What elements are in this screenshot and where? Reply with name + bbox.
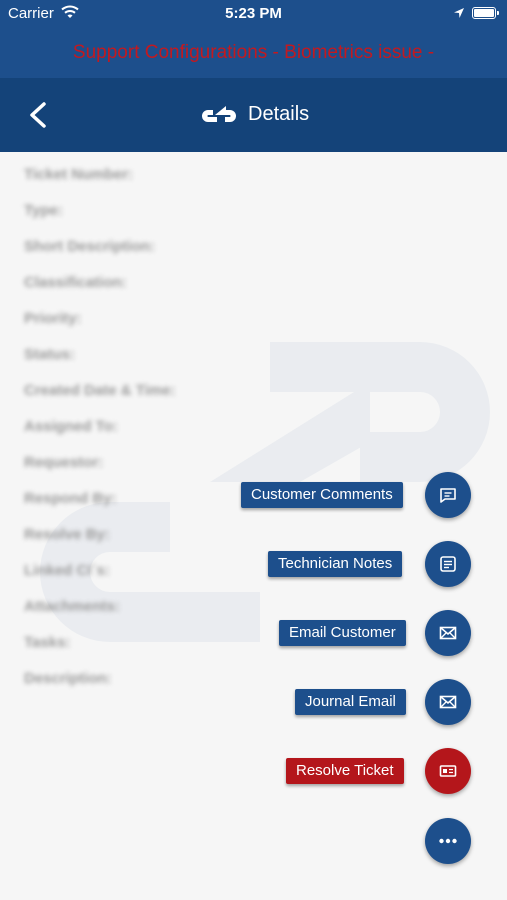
resolve-ticket-label[interactable]: Resolve Ticket — [286, 758, 404, 784]
detail-row-assigned-to: Assigned To: — [24, 418, 484, 440]
customer-comments-button[interactable] — [425, 472, 471, 518]
detail-row-short-description: Short Description: — [24, 238, 484, 260]
ticket-details: Ticket Number: Type: Short Description: … — [0, 152, 507, 900]
detail-label: Resolve By: — [24, 526, 110, 543]
detail-row-linked-cis: Linked CI`s: — [24, 562, 484, 584]
detail-label: Status: — [24, 346, 75, 363]
chat-bubble-icon — [440, 488, 456, 503]
detail-label: Tasks: — [24, 634, 71, 651]
detail-row-attachments: Attachments: — [24, 598, 484, 620]
detail-label: Ticket Number: — [24, 166, 133, 183]
detail-label: Type: — [24, 202, 63, 219]
ticket-icon — [439, 765, 457, 777]
nav-bar: Details — [0, 78, 507, 152]
location-arrow-icon — [454, 8, 464, 18]
customer-comments-label[interactable]: Customer Comments — [241, 482, 403, 508]
clock: 5:23 PM — [225, 5, 282, 22]
detail-row-resolve-by: Resolve By: — [24, 526, 484, 548]
detail-row-ticket-number: Ticket Number: — [24, 166, 484, 188]
detail-label: Respond By: — [24, 490, 117, 507]
detail-label: Assigned To: — [24, 418, 118, 435]
technician-notes-button[interactable] — [425, 541, 471, 587]
status-bar: Carrier 5:23 PM — [0, 0, 507, 28]
detail-label: Short Description: — [24, 238, 155, 255]
detail-label: Priority: — [24, 310, 82, 327]
email-customer-label[interactable]: Email Customer — [279, 620, 406, 646]
detail-label: Description: — [24, 670, 112, 687]
detail-row-created: Created Date & Time: — [24, 382, 484, 404]
more-dots-icon — [439, 838, 457, 844]
detail-label: Linked CI`s: — [24, 562, 110, 579]
journal-email-button[interactable] — [425, 679, 471, 725]
banner-message: Support Configurations - Biometrics issu… — [72, 42, 435, 63]
more-actions-button[interactable] — [425, 818, 471, 864]
detail-row-classification: Classification: — [24, 274, 484, 296]
page-title: Details — [248, 103, 310, 125]
detail-row-tasks: Tasks: — [24, 634, 484, 656]
detail-row-priority: Priority: — [24, 310, 484, 332]
detail-row-requestor: Requestor: — [24, 454, 484, 476]
ticket-banner: Support Configurations - Biometrics issu… — [0, 28, 507, 78]
technician-notes-label[interactable]: Technician Notes — [268, 551, 403, 577]
notes-icon — [440, 556, 456, 572]
detail-label: Requestor: — [24, 454, 104, 471]
detail-label: Classification: — [24, 274, 127, 291]
email-customer-button[interactable] — [425, 610, 471, 656]
detail-row-type: Type: — [24, 202, 484, 224]
envelope-icon — [439, 695, 457, 709]
app-logo-icon — [202, 106, 236, 122]
detail-row-status: Status: — [24, 346, 484, 368]
envelope-icon — [439, 626, 457, 640]
detail-row-description: Description: — [24, 670, 484, 692]
resolve-ticket-button[interactable] — [425, 748, 471, 794]
detail-label: Attachments: — [24, 598, 120, 615]
battery-icon — [472, 7, 499, 19]
journal-email-label[interactable]: Journal Email — [295, 689, 406, 715]
back-chevron-icon[interactable] — [22, 96, 56, 134]
detail-label: Created Date & Time: — [24, 382, 176, 399]
